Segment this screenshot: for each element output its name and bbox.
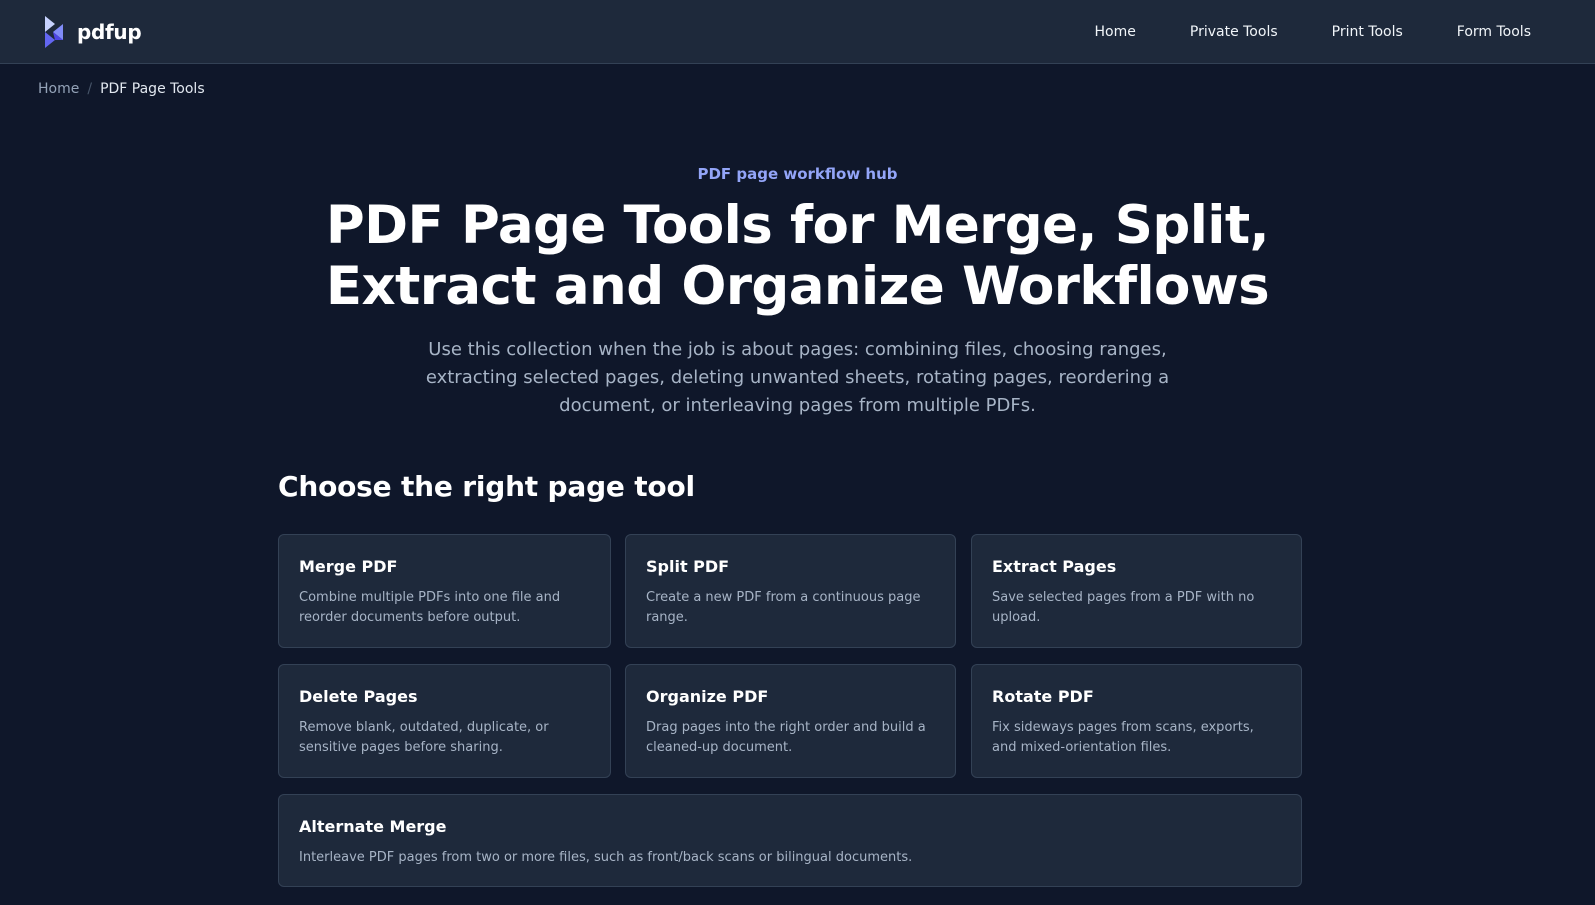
- tool-card-description: Fix sideways pages from scans, exports, …: [992, 720, 1254, 755]
- brand-logo-link[interactable]: pdfup: [42, 14, 142, 50]
- tool-card-split-pdf[interactable]: Split PDF Create a new PDF from a contin…: [625, 534, 956, 648]
- main-nav: Home Private Tools Print Tools Form Tool…: [1095, 0, 1531, 64]
- tool-card-title: Organize PDF: [646, 687, 769, 706]
- top-navigation-bar: pdfup Home Private Tools Print Tools For…: [0, 0, 1595, 64]
- tool-card-title: Extract Pages: [992, 557, 1117, 576]
- section-title: Choose the right page tool: [278, 470, 695, 503]
- tool-card-description: Remove blank, outdated, duplicate, or se…: [299, 720, 549, 755]
- hero-lead-text: Use this collection when the job is abou…: [425, 339, 1170, 416]
- tool-card-organize-pdf[interactable]: Organize PDF Drag pages into the right o…: [625, 664, 956, 778]
- breadcrumb-current: PDF Page Tools: [100, 81, 205, 97]
- tool-card-title: Alternate Merge: [299, 817, 447, 836]
- breadcrumb: Home / PDF Page Tools: [38, 81, 205, 97]
- tool-card-rotate-pdf[interactable]: Rotate PDF Fix sideways pages from scans…: [971, 664, 1302, 778]
- tool-card-extract-pages[interactable]: Extract Pages Save selected pages from a…: [971, 534, 1302, 648]
- breadcrumb-home-link[interactable]: Home: [38, 81, 79, 97]
- nav-form-tools[interactable]: Form Tools: [1457, 24, 1531, 40]
- nav-home[interactable]: Home: [1095, 24, 1136, 40]
- tool-card-alternate-merge[interactable]: Alternate Merge Interleave PDF pages fro…: [278, 794, 1302, 887]
- hero-eyebrow: PDF page workflow hub: [697, 165, 898, 183]
- nav-print-tools[interactable]: Print Tools: [1332, 24, 1403, 40]
- pdfup-logo-icon: [45, 16, 63, 48]
- breadcrumb-separator: /: [87, 81, 93, 97]
- tool-card-description: Create a new PDF from a continuous page …: [646, 590, 921, 625]
- page-title-line-1: PDF Page Tools for Merge, Split,: [325, 195, 1270, 256]
- tool-card-title: Rotate PDF: [992, 687, 1094, 706]
- tool-card-description: Drag pages into the right order and buil…: [646, 720, 926, 755]
- nav-private-tools[interactable]: Private Tools: [1190, 24, 1278, 40]
- tool-card-description: Save selected pages from a PDF with no u…: [992, 590, 1255, 625]
- brand-name: pdfup: [77, 20, 142, 44]
- tool-card-merge-pdf[interactable]: Merge PDF Combine multiple PDFs into one…: [278, 534, 611, 648]
- tool-card-title: Split PDF: [646, 557, 730, 576]
- tool-card-description: Combine multiple PDFs into one file and …: [299, 590, 561, 625]
- page-title-line-2: Extract and Organize Workflows: [325, 256, 1270, 317]
- tool-card-description: Interleave PDF pages from two or more fi…: [299, 850, 913, 865]
- page-title: PDF Page Tools for Merge, Split, Extract…: [240, 195, 1355, 317]
- tool-card-title: Delete Pages: [299, 687, 418, 706]
- tool-card-delete-pages[interactable]: Delete Pages Remove blank, outdated, dup…: [278, 664, 611, 778]
- tool-card-title: Merge PDF: [299, 557, 398, 576]
